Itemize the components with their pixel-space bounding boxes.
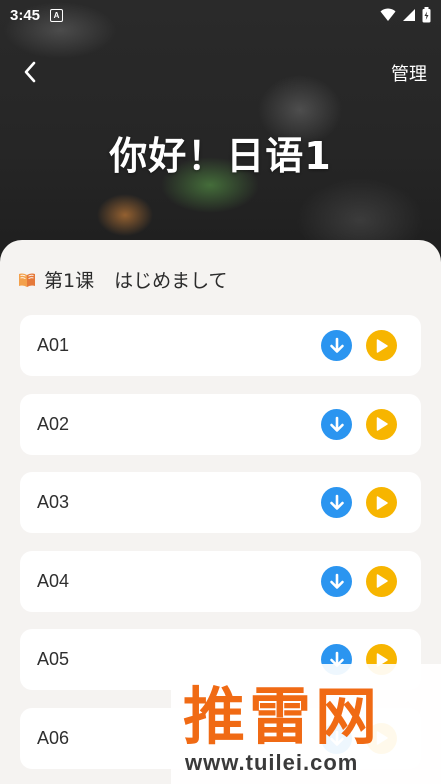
track-row[interactable]: A02 (20, 393, 421, 455)
download-icon (329, 494, 344, 510)
watermark: 推雷网 www.tuilei.com (171, 664, 441, 784)
lesson-subtitle: はじめまして (114, 270, 228, 292)
play-button[interactable] (366, 487, 397, 518)
page-title: 你好！日语1 (109, 134, 332, 178)
signal-icon (403, 9, 415, 21)
back-button[interactable] (14, 56, 46, 88)
watermark-url: www.tuilei.com (185, 750, 359, 775)
battery-icon (422, 7, 431, 23)
track-row[interactable]: A03 (20, 472, 421, 533)
track-actions (321, 330, 397, 361)
play-icon (376, 338, 388, 353)
track-label: A02 (37, 413, 70, 434)
lesson-number: 第1课 (44, 270, 95, 292)
status-indicators (380, 7, 431, 23)
wifi-icon (380, 8, 396, 21)
track-row[interactable]: A04 (20, 550, 421, 612)
book-icon (19, 272, 35, 287)
track-row[interactable]: A01 (20, 315, 421, 376)
track-actions (321, 487, 397, 518)
manage-button[interactable]: 管理 (391, 60, 427, 86)
play-icon (376, 495, 388, 510)
download-button[interactable] (321, 408, 352, 440)
play-button[interactable] (366, 330, 397, 361)
download-button[interactable] (321, 330, 352, 361)
status-time: 3:45 (10, 6, 41, 24)
status-bar: 3:45 A (0, 0, 441, 30)
track-label: A03 (37, 492, 70, 512)
play-button[interactable] (366, 565, 397, 597)
notification-icon: A (50, 8, 64, 22)
track-actions (321, 565, 397, 597)
track-label: A05 (37, 649, 70, 669)
track-label: A01 (37, 335, 70, 355)
track-label: A06 (37, 727, 70, 748)
lesson-title: 第1课 はじめまして (44, 266, 228, 293)
download-button[interactable] (321, 487, 352, 518)
screen: 3:45 A 管理 你好！日语1 第1课 はじめまして A01 A02 A03 … (0, 0, 441, 784)
play-button[interactable] (366, 408, 397, 440)
download-button[interactable] (321, 565, 352, 597)
download-icon (329, 337, 344, 353)
play-icon (376, 417, 388, 431)
back-chevron-icon (24, 61, 36, 83)
play-icon (376, 574, 388, 588)
lesson-header: 第1课 はじめまして (18, 266, 228, 293)
watermark-logo: 推雷网 (183, 680, 382, 753)
download-icon (329, 573, 344, 589)
download-icon (329, 416, 344, 432)
track-actions (321, 408, 397, 440)
track-label: A04 (37, 570, 70, 591)
